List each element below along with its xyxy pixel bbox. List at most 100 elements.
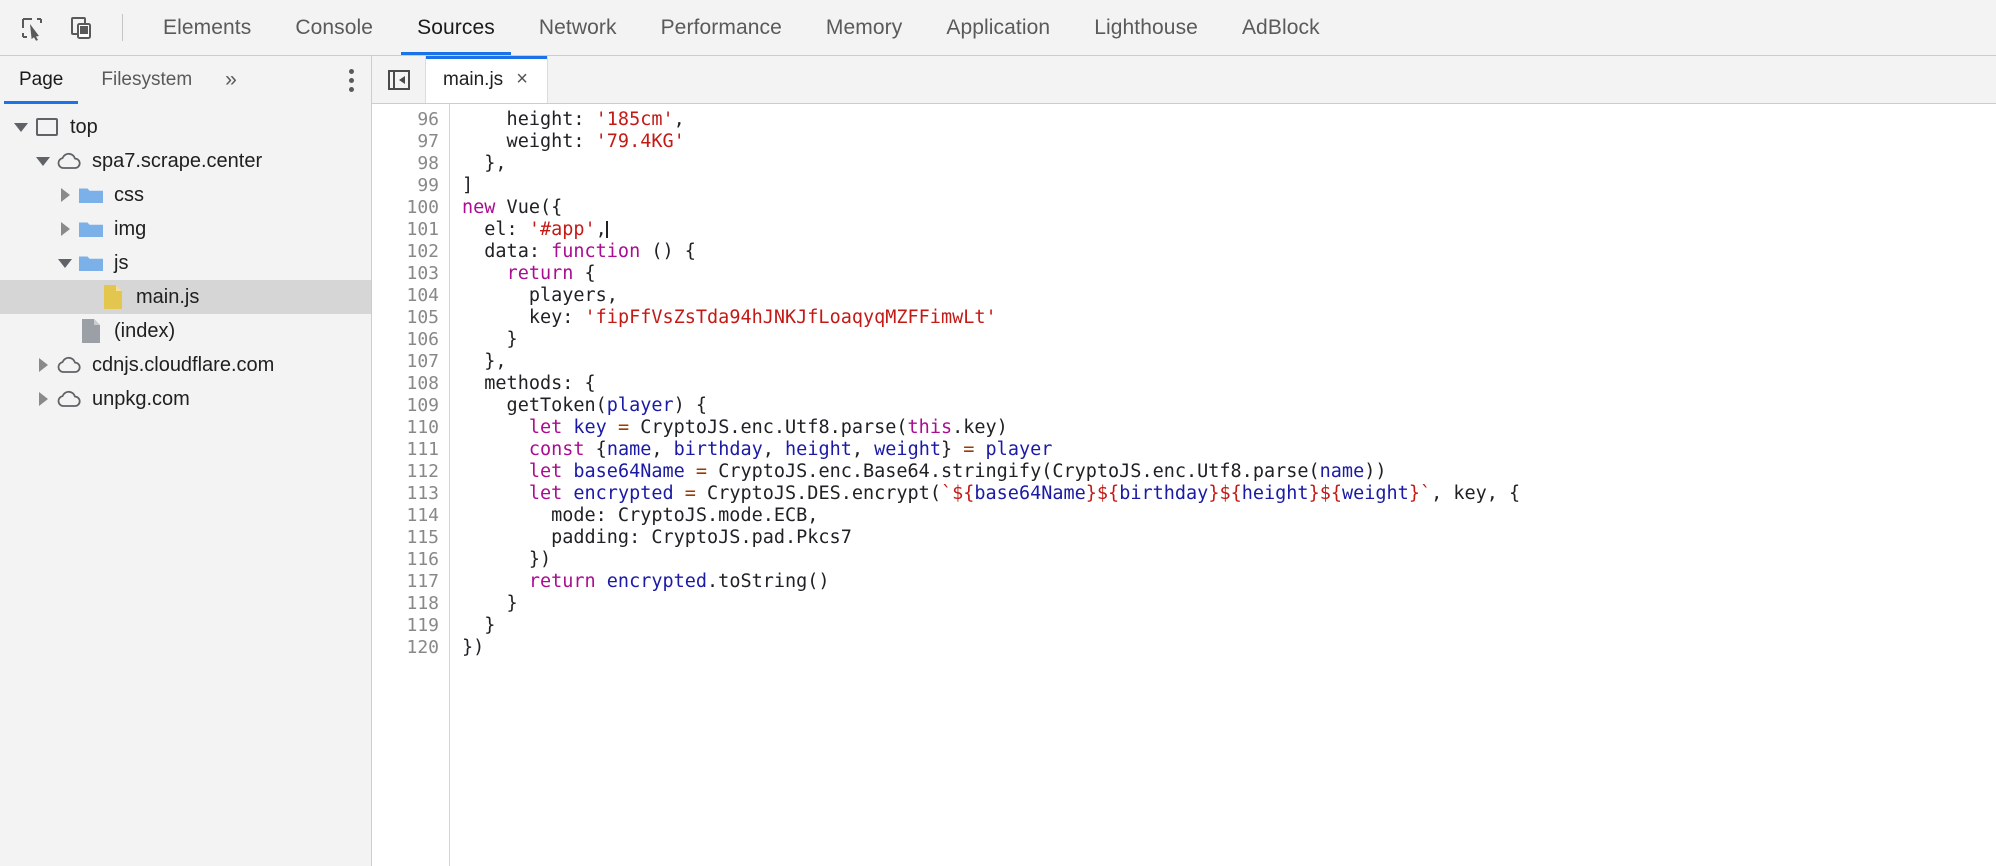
code-token: encrypted <box>606 571 708 592</box>
code-token: weight <box>1341 483 1409 504</box>
navigator-more-options-icon[interactable] <box>331 56 371 104</box>
inspect-element-icon[interactable] <box>14 10 50 46</box>
line-number[interactable]: 115 <box>372 527 449 549</box>
code-line[interactable]: padding: CryptoJS.pad.Pkcs7 <box>462 527 1996 549</box>
tree-item-img[interactable]: img <box>0 212 371 246</box>
line-number[interactable]: 116 <box>372 549 449 571</box>
code-line[interactable]: ] <box>462 175 1996 197</box>
expand-triangle-down-icon[interactable] <box>10 122 32 132</box>
line-number[interactable]: 113 <box>372 483 449 505</box>
code-token: ${ <box>952 483 975 504</box>
code-line[interactable]: el: '#app', <box>462 219 1996 241</box>
line-number[interactable]: 97 <box>372 131 449 153</box>
tree-item-css[interactable]: css <box>0 178 371 212</box>
tree-item-unpkg-com[interactable]: unpkg.com <box>0 382 371 416</box>
tree-item-main-js[interactable]: main.js <box>0 280 371 314</box>
expand-triangle-right-icon[interactable] <box>54 188 76 202</box>
expand-triangle-down-icon[interactable] <box>54 258 76 268</box>
line-number[interactable]: 118 <box>372 593 449 615</box>
more-tabs-glyph: » <box>225 68 237 91</box>
line-number[interactable]: 104 <box>372 285 449 307</box>
line-number[interactable]: 102 <box>372 241 449 263</box>
code-line[interactable]: getToken(player) { <box>462 395 1996 417</box>
code-line[interactable]: weight: '79.4KG' <box>462 131 1996 153</box>
line-number[interactable]: 110 <box>372 417 449 439</box>
code-content[interactable]: height: '185cm', weight: '79.4KG' },] new… <box>450 104 1996 866</box>
line-number[interactable]: 111 <box>372 439 449 461</box>
navigator-file-tree[interactable]: top spa7.scrape.center css img js main.js (ind… <box>0 104 372 866</box>
code-line[interactable]: data: function () { <box>462 241 1996 263</box>
line-number[interactable]: 105 <box>372 307 449 329</box>
line-number[interactable]: 96 <box>372 109 449 131</box>
expand-triangle-right-icon[interactable] <box>32 358 54 372</box>
code-line[interactable]: players, <box>462 285 1996 307</box>
line-number[interactable]: 109 <box>372 395 449 417</box>
source-code-editor[interactable]: 96 97 98 99 100 101 102 103 104 105 106 107 108 109 11… <box>372 104 1996 866</box>
line-number[interactable]: 98 <box>372 153 449 175</box>
tab-elements[interactable]: Elements <box>141 0 273 55</box>
line-number[interactable]: 112 <box>372 461 449 483</box>
more-tabs-icon[interactable]: » <box>211 56 251 104</box>
close-tab-icon[interactable]: × <box>514 67 530 93</box>
expand-triangle-down-icon[interactable] <box>32 156 54 166</box>
tab-network[interactable]: Network <box>517 0 639 55</box>
tab-lighthouse[interactable]: Lighthouse <box>1072 0 1220 55</box>
line-number[interactable]: 103 <box>372 263 449 285</box>
code-line[interactable]: } <box>462 593 1996 615</box>
expand-triangle-right-icon[interactable] <box>54 222 76 236</box>
code-line[interactable]: } <box>462 329 1996 351</box>
nav-tab-filesystem[interactable]: Filesystem <box>82 56 211 104</box>
tab-sources[interactable]: Sources <box>395 0 517 55</box>
code-line[interactable]: methods: { <box>462 373 1996 395</box>
code-token: , <box>851 439 875 460</box>
editor-tab-main-js[interactable]: main.js × <box>426 56 548 103</box>
code-line[interactable]: mode: CryptoJS.mode.ECB, <box>462 505 1996 527</box>
code-token: methods: { <box>462 373 596 394</box>
tab-performance[interactable]: Performance <box>639 0 804 55</box>
code-line[interactable]: const {name, birthday, height, weight} =… <box>462 439 1996 461</box>
tab-memory[interactable]: Memory <box>804 0 924 55</box>
tab-console[interactable]: Console <box>273 0 395 55</box>
code-line[interactable]: key: 'fipFfVsZsTda94hJNKJfLoaqyqMZFFimwL… <box>462 307 1996 329</box>
line-number[interactable]: 101 <box>372 219 449 241</box>
tab-application[interactable]: Application <box>924 0 1072 55</box>
show-navigator-icon[interactable] <box>372 56 426 103</box>
code-line[interactable]: return encrypted.toString() <box>462 571 1996 593</box>
tree-item-top[interactable]: top <box>0 110 371 144</box>
line-number[interactable]: 99 <box>372 175 449 197</box>
code-token: = <box>617 417 630 438</box>
line-number[interactable]: 117 <box>372 571 449 593</box>
line-number[interactable]: 108 <box>372 373 449 395</box>
code-line[interactable]: height: '185cm', <box>462 109 1996 131</box>
line-number[interactable]: 100 <box>372 197 449 219</box>
code-line[interactable]: } <box>462 615 1996 637</box>
nav-tab-page[interactable]: Page <box>0 56 82 104</box>
tab-adblock-label: AdBlock <box>1241 15 1320 39</box>
expand-triangle-right-icon[interactable] <box>32 392 54 406</box>
code-line[interactable]: }) <box>462 549 1996 571</box>
code-line[interactable]: return { <box>462 263 1996 285</box>
line-number[interactable]: 120 <box>372 637 449 659</box>
code-line[interactable]: }, <box>462 351 1996 373</box>
line-number[interactable]: 106 <box>372 329 449 351</box>
device-toolbar-icon[interactable] <box>64 10 100 46</box>
panel-tab-strip: Elements Console Sources Network Perform… <box>141 0 1996 55</box>
tree-item-spa7-scrape-center[interactable]: spa7.scrape.center <box>0 144 371 178</box>
code-line[interactable]: new Vue({ <box>462 197 1996 219</box>
code-line[interactable]: }, <box>462 153 1996 175</box>
tree-item-cdnjs-cloudflare-com[interactable]: cdnjs.cloudflare.com <box>0 348 371 382</box>
tab-application-label: Application <box>946 15 1051 39</box>
line-number[interactable]: 107 <box>372 351 449 373</box>
code-line[interactable]: let base64Name = CryptoJS.enc.Base64.str… <box>462 461 1996 483</box>
line-number[interactable]: 119 <box>372 615 449 637</box>
tree-item-index[interactable]: (index) <box>0 314 371 348</box>
code-token: ` <box>940 483 953 504</box>
code-line[interactable]: let key = CryptoJS.enc.Utf8.parse(this.k… <box>462 417 1996 439</box>
tab-adblock[interactable]: AdBlock <box>1220 0 1342 55</box>
code-line[interactable]: let encrypted = CryptoJS.DES.encrypt(`${… <box>462 483 1996 505</box>
tree-item-js[interactable]: js <box>0 246 371 280</box>
code-line[interactable]: }) <box>462 637 1996 659</box>
line-number[interactable]: 114 <box>372 505 449 527</box>
